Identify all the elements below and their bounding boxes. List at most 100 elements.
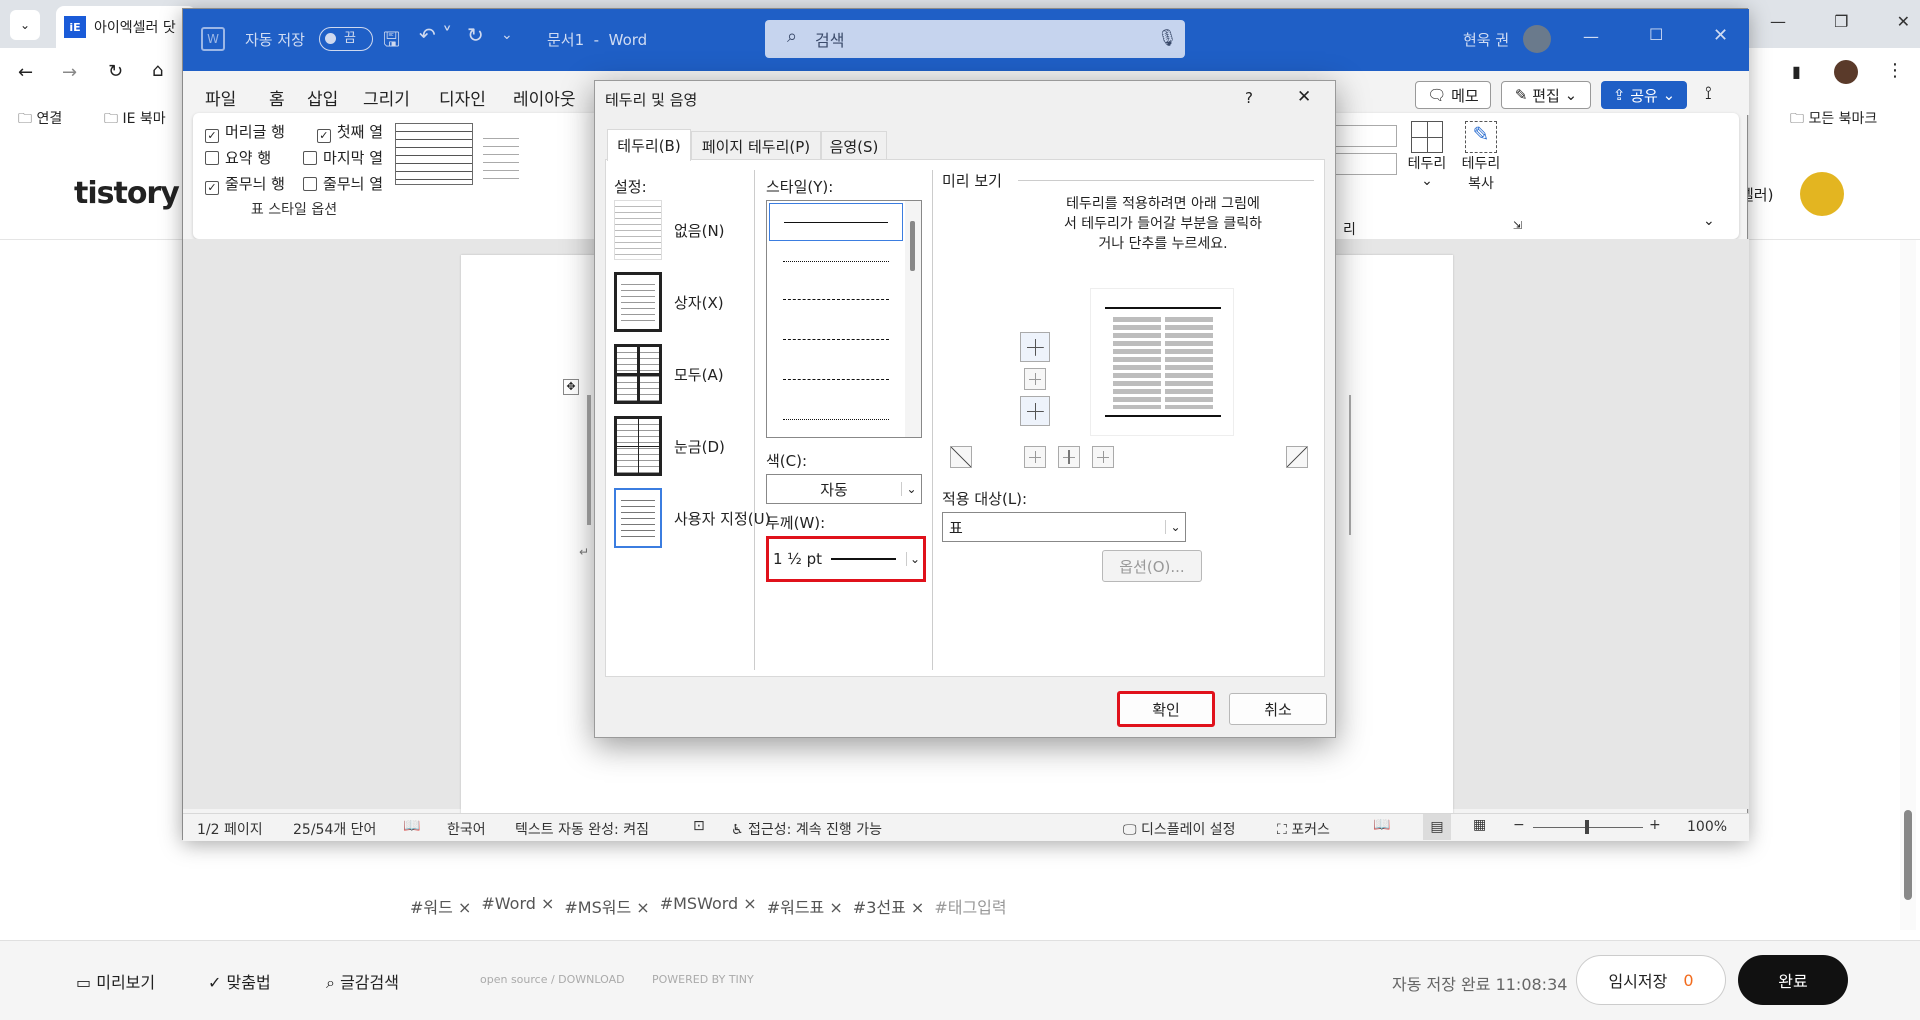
ok-button[interactable]: 확인 [1117,691,1215,727]
macro-icon[interactable]: ⊡ [693,818,705,834]
menu-layout[interactable]: 레이아웃 [513,85,576,110]
microphone-icon[interactable]: 🎙 [1157,28,1177,47]
style-dotted[interactable] [769,243,903,281]
editor-scrollbar[interactable] [1900,240,1916,930]
pen-weight-dropdown[interactable] [1333,153,1397,175]
preview-button[interactable]: ▭ 미리보기 [76,969,155,993]
style-dash[interactable] [769,323,903,361]
tag-input[interactable]: #태그입력 [934,894,1006,918]
restore-icon[interactable]: ❐ [1834,12,1848,36]
opensource-link[interactable]: open source / DOWNLOAD [480,973,625,986]
style-dash-dot-dot[interactable] [769,403,903,437]
word-search-box[interactable]: ⌕ 검색 🎙 [765,20,1185,58]
undo-icon[interactable]: ↶ ˅ [419,23,452,47]
blog-logo[interactable]: tistory [74,176,180,211]
spellcheck-button[interactable]: ✓ 맞춤법 [208,969,271,993]
tag-item[interactable]: #Word × [481,894,554,918]
tab-shading[interactable]: 음영(S) [821,131,887,161]
scrollbar-thumb[interactable] [910,221,915,271]
banded-cols-checkbox[interactable]: 줄무늬 열 [303,171,383,197]
reload-icon[interactable]: ↻ [108,61,123,82]
proofing-icon[interactable]: 📖 [403,818,420,834]
share-button[interactable]: ⇪ 공유 ⌄ [1601,81,1687,109]
tag-item[interactable]: #MS워드 × [564,894,649,918]
menu-draw[interactable]: 그리기 [363,85,410,110]
menu-home[interactable]: 홈 [269,85,285,110]
back-icon[interactable]: ← [18,62,33,83]
profile-avatar[interactable] [1834,60,1858,84]
tag-item[interactable]: #워드 × [410,894,471,918]
table-style-gallery-item-2[interactable] [483,131,519,179]
bottom-border-button[interactable] [1020,396,1050,426]
scrollbar-thumb[interactable] [1904,810,1912,900]
diagonal-down-border-button[interactable] [1286,446,1308,468]
help-button[interactable]: ? [1245,89,1253,107]
setting-box[interactable]: 상자(X) [614,272,724,332]
word-close-icon[interactable]: ✕ [1713,25,1728,46]
diagonal-up-border-button[interactable] [950,446,972,468]
zoom-slider[interactable] [1533,820,1643,834]
user-avatar[interactable] [1523,25,1551,53]
temp-save-button[interactable]: 임시저장 0 [1576,955,1726,1005]
status-display[interactable]: 🖵 디스플레이 설정 [1123,819,1236,839]
tab-page-border[interactable]: 페이지 테두리(P) [691,131,821,161]
tag-item[interactable]: #MSWord × [660,894,757,918]
dialog-close-icon[interactable]: ✕ [1297,87,1311,107]
ribbon-collapse-icon[interactable]: ⌄ [1703,213,1715,229]
web-layout-icon[interactable]: ▦ [1473,817,1486,833]
style-fine-dash[interactable] [769,283,903,321]
borders-button[interactable]: 테두리 ⌄ [1407,121,1447,189]
status-zoom[interactable]: 100% [1687,819,1727,835]
close-icon[interactable]: ✕ [1897,12,1910,36]
browser-tab[interactable]: iE 아이엑셀러 닷 [56,6,196,48]
header-row-checkbox[interactable]: ✓ 머리글 행 [205,119,285,145]
line-style-list[interactable] [766,200,922,438]
setting-none[interactable]: 없음(N) [614,200,725,260]
total-row-checkbox[interactable]: 요약 행 [205,145,271,171]
done-button[interactable]: 완료 [1738,955,1848,1005]
minimize-icon[interactable]: — [1770,12,1786,36]
style-dash-dot[interactable] [769,363,903,401]
table-move-handle-icon[interactable]: ✥ [563,379,579,395]
left-border-button[interactable] [1024,446,1046,468]
status-words[interactable]: 25/54개 단어 [293,819,376,839]
dialog-launcher-icon[interactable]: ⇲ [1513,219,1522,232]
cancel-button[interactable]: 취소 [1229,693,1327,725]
pen-style-dropdown[interactable] [1333,125,1397,147]
setting-all[interactable]: 모두(A) [614,344,724,404]
zoom-in-icon[interactable]: + [1649,817,1661,833]
blog-user-avatar[interactable] [1800,172,1844,216]
width-dropdown[interactable]: 1 ½ pt ⌄ [766,536,926,582]
style-solid-selected[interactable] [769,203,903,241]
word-minimize-icon[interactable]: — [1583,27,1599,46]
save-icon[interactable]: 🖫 [383,25,400,59]
sidebar-icon[interactable]: ▮ [1792,62,1801,81]
redo-icon[interactable]: ↻ [467,23,484,47]
preview-diagram[interactable] [1090,288,1234,436]
inside-vertical-border-button[interactable] [1058,446,1080,468]
banded-rows-checkbox[interactable]: ✓ 줄무늬 행 [205,171,285,197]
bookmark-folder-2[interactable]: 🗀 IE 북마 [104,108,166,132]
forward-icon[interactable]: → [62,62,77,83]
style-list-scrollbar[interactable] [905,201,921,437]
content-search-button[interactable]: ⌕ 글감검색 [326,969,399,993]
top-border-button[interactable] [1020,332,1050,362]
options-button[interactable]: 옵션(O)... [1102,550,1202,582]
menu-design[interactable]: 디자인 [439,85,486,110]
print-layout-icon[interactable]: ▤ [1423,814,1451,840]
first-col-checkbox[interactable]: ✓ 첫째 열 [316,119,383,145]
more-icon[interactable]: ⋮ [1886,60,1904,81]
setting-grid[interactable]: 눈금(D) [614,416,725,476]
apply-to-dropdown[interactable]: 표 ⌄ [942,512,1186,542]
zoom-out-icon[interactable]: − [1513,817,1525,833]
tab-borders[interactable]: 테두리(B) [607,129,691,161]
status-accessibility[interactable]: ♿ 접근성: 계속 진행 가능 [731,819,882,839]
bookmark-folder-1[interactable]: 🗀 연결 [18,108,62,132]
word-maximize-icon[interactable]: ☐ [1649,25,1663,44]
status-language[interactable]: 한국어 [447,819,486,839]
status-autocomplete[interactable]: 텍스트 자동 완성: 켜짐 [515,819,649,839]
menu-insert[interactable]: 삽입 [307,85,338,110]
edit-mode-button[interactable]: ✎ 편집 ⌄ [1501,81,1591,109]
memo-button[interactable]: 🗨 메모 [1415,81,1491,109]
border-painter-button[interactable]: ✎ 테두리 복사 [1459,121,1503,193]
